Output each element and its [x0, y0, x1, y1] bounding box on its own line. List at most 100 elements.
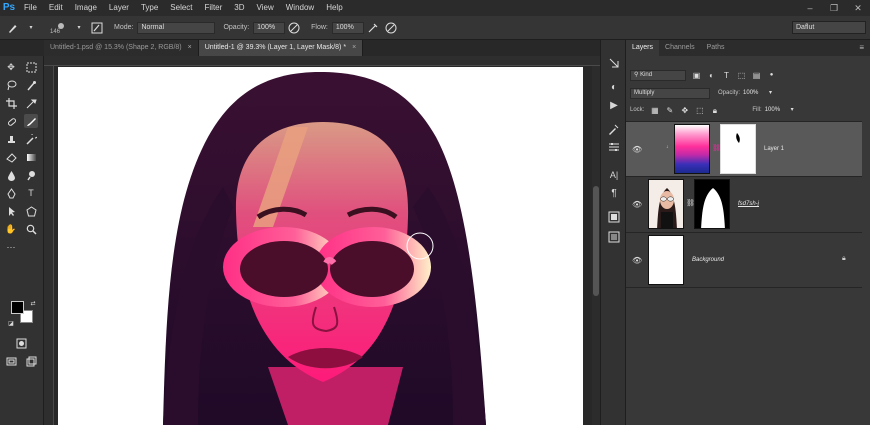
- screen-mode-icon[interactable]: [4, 354, 18, 368]
- canvas-area[interactable]: [44, 56, 600, 425]
- tab-untitled-1[interactable]: Untitled-1 @ 39.3% (Layer 1, Layer Mask/…: [198, 40, 364, 56]
- airbrush-icon[interactable]: [366, 21, 380, 35]
- adjustments-icon[interactable]: [607, 140, 621, 154]
- more-tools-icon[interactable]: ···: [4, 240, 18, 254]
- history-panel-icon[interactable]: [607, 56, 621, 70]
- quick-mask-icon[interactable]: [14, 336, 28, 350]
- eraser-tool-icon[interactable]: [4, 150, 18, 164]
- clone-stamp-tool-icon[interactable]: [4, 132, 18, 146]
- gradient-tool-icon[interactable]: [24, 150, 38, 164]
- menu-image[interactable]: Image: [69, 0, 103, 16]
- layer-mask-thumbnail[interactable]: [720, 124, 756, 174]
- marquee-tool-icon[interactable]: [24, 60, 38, 74]
- blend-mode-select[interactable]: Multiply: [630, 87, 710, 99]
- path-select-tool-icon[interactable]: [4, 204, 18, 218]
- menu-layer[interactable]: Layer: [103, 0, 135, 16]
- menu-select[interactable]: Select: [164, 0, 198, 16]
- menu-type[interactable]: Type: [135, 0, 164, 16]
- chevron-down-icon[interactable]: ▾: [788, 106, 797, 115]
- foreground-color-swatch[interactable]: [11, 301, 24, 314]
- layer-name[interactable]: fsd7sh-j: [738, 201, 759, 207]
- type-filter-icon[interactable]: T: [722, 71, 731, 80]
- eyedropper-tool-icon[interactable]: [24, 96, 38, 110]
- menu-view[interactable]: View: [251, 0, 280, 16]
- mode-select[interactable]: Normal: [137, 21, 216, 34]
- tab-untitled-psd[interactable]: Untitled-1.psd @ 15.3% (Shape 2, RGB/8) ×: [44, 40, 199, 56]
- scroll-thumb[interactable]: [593, 186, 599, 296]
- zoom-tool-icon[interactable]: [24, 222, 38, 236]
- chevron-down-icon[interactable]: ▾: [766, 89, 775, 98]
- hand-tool-icon[interactable]: ✋: [4, 222, 18, 236]
- character-panel-icon[interactable]: A|: [607, 168, 621, 182]
- move-tool-icon[interactable]: ✥: [4, 60, 18, 74]
- lock-transparency-icon[interactable]: ▦: [650, 106, 659, 115]
- vertical-scrollbar[interactable]: [592, 66, 600, 425]
- tab-paths[interactable]: Paths: [701, 40, 731, 56]
- actions-play-icon[interactable]: ▶: [607, 98, 621, 112]
- brush-tool-icon[interactable]: [24, 114, 38, 128]
- close-icon[interactable]: ×: [188, 44, 192, 51]
- menu-help[interactable]: Help: [320, 0, 348, 16]
- layer-thumbnail[interactable]: [648, 235, 684, 285]
- layer-opacity-field[interactable]: 100%: [743, 88, 763, 98]
- layer-row-photo[interactable]: 👁︎ ⛓ fsd7sh-j: [626, 176, 862, 232]
- history-brush-tool-icon[interactable]: [24, 132, 38, 146]
- menu-window[interactable]: Window: [280, 0, 320, 16]
- pressure-opacity-icon[interactable]: [287, 21, 301, 35]
- menu-edit[interactable]: Edit: [43, 0, 69, 16]
- brush-panel-icon[interactable]: [90, 21, 104, 35]
- shape-filter-icon[interactable]: ⬚: [737, 71, 746, 80]
- tab-channels[interactable]: Channels: [659, 40, 701, 56]
- visibility-eye-icon[interactable]: 👁︎: [632, 145, 642, 154]
- libraries-icon[interactable]: [607, 210, 621, 224]
- crop-tool-icon[interactable]: [4, 96, 18, 110]
- pen-tool-icon[interactable]: [4, 186, 18, 200]
- minimize-button[interactable]: –: [798, 0, 822, 16]
- swap-colors-icon[interactable]: ⇄: [26, 296, 40, 310]
- brush-tool-icon[interactable]: [6, 21, 20, 35]
- layer-thumbnail[interactable]: [648, 179, 684, 229]
- tab-layers[interactable]: Layers: [626, 40, 660, 56]
- lasso-tool-icon[interactable]: [4, 78, 18, 92]
- close-button[interactable]: ✕: [846, 0, 870, 16]
- menu-file[interactable]: File: [18, 0, 43, 16]
- menu-filter[interactable]: Filter: [199, 0, 229, 16]
- chevron-down-icon[interactable]: ▾: [24, 21, 38, 35]
- layer-mask-thumbnail[interactable]: [694, 179, 730, 229]
- visibility-eye-icon[interactable]: 👁︎: [632, 200, 642, 209]
- blur-tool-icon[interactable]: [4, 168, 18, 182]
- type-tool-icon[interactable]: T: [24, 186, 38, 200]
- restore-button[interactable]: ❐: [822, 0, 846, 16]
- properties-icon[interactable]: [607, 230, 621, 244]
- color-panel-icon[interactable]: ◐: [607, 80, 621, 94]
- lock-position-icon[interactable]: ✥: [680, 106, 689, 115]
- document-canvas[interactable]: [58, 67, 583, 425]
- healing-brush-tool-icon[interactable]: [4, 114, 18, 128]
- dodge-tool-icon[interactable]: [24, 168, 38, 182]
- layer-thumbnail[interactable]: [674, 124, 710, 174]
- lock-pixels-icon[interactable]: ✎: [665, 106, 674, 115]
- filter-toggle-icon[interactable]: ●: [767, 71, 776, 80]
- artboard-icon[interactable]: [24, 354, 38, 368]
- lock-all-icon[interactable]: 🔒︎: [710, 106, 719, 115]
- layer-name[interactable]: Background: [692, 257, 724, 263]
- pressure-size-icon[interactable]: [384, 21, 398, 35]
- close-icon[interactable]: ×: [352, 44, 356, 51]
- flow-field[interactable]: 100%: [331, 21, 364, 34]
- lock-artboard-icon[interactable]: ⬚: [695, 106, 704, 115]
- opacity-field[interactable]: 100%: [253, 21, 286, 34]
- paragraph-panel-icon[interactable]: ¶: [607, 186, 621, 200]
- layer-row-background[interactable]: 👁︎ Background 🔒︎: [626, 232, 862, 288]
- fill-field[interactable]: 100%: [765, 105, 785, 115]
- chevron-down-icon[interactable]: ▾: [72, 21, 86, 35]
- pixel-filter-icon[interactable]: ▣: [692, 71, 701, 80]
- visibility-eye-icon[interactable]: 👁︎: [632, 256, 642, 265]
- layer-row-layer-1[interactable]: 👁︎ ↓ ⛓ Layer 1: [626, 121, 862, 176]
- adjustment-filter-icon[interactable]: ◐: [707, 71, 716, 80]
- brush-settings-icon[interactable]: [607, 122, 621, 136]
- workspace-select[interactable]: Daflut: [792, 21, 866, 34]
- layer-name[interactable]: Layer 1: [764, 146, 784, 152]
- smart-object-filter-icon[interactable]: ▤: [752, 71, 761, 80]
- kind-filter-select[interactable]: ⚲ Kind: [630, 69, 686, 81]
- panel-menu-icon[interactable]: ≡: [859, 43, 864, 52]
